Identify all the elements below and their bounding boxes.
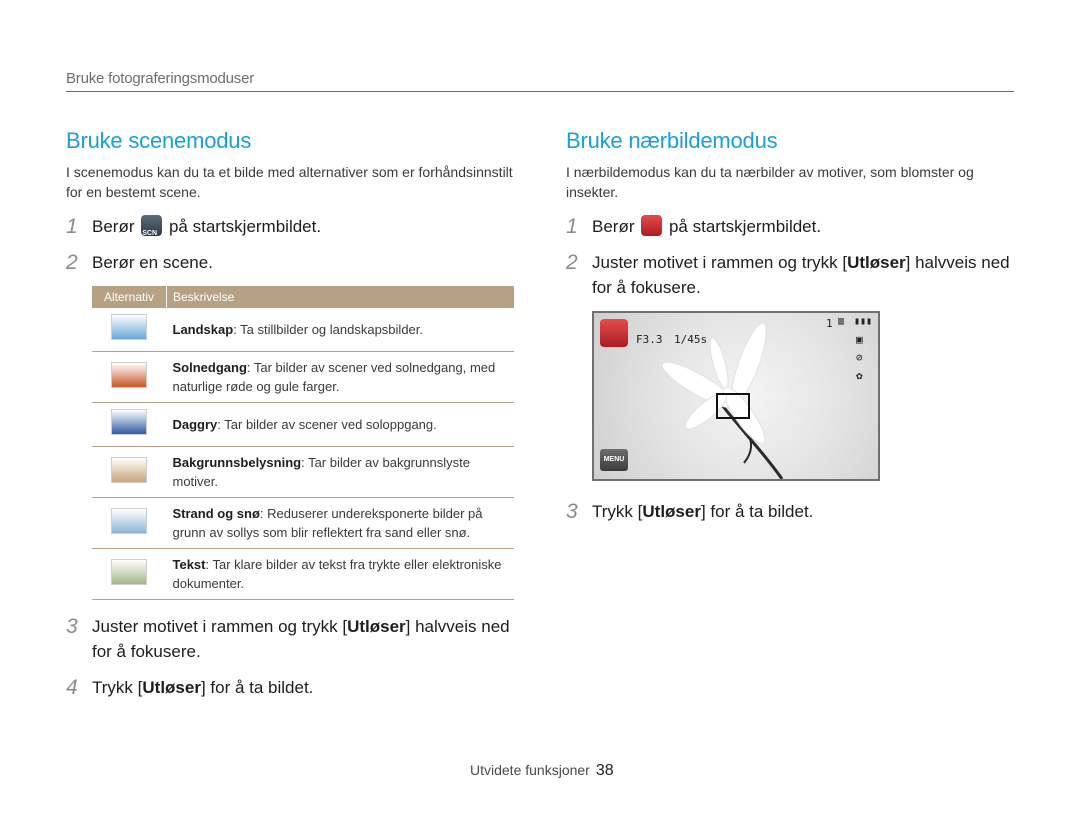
- header-rule: [66, 91, 1014, 92]
- step-text: Trykk [: [592, 502, 643, 521]
- step-1: 1 Berør på startskjermbildet.: [566, 214, 1014, 239]
- flash-off-icon: ⊘: [856, 351, 863, 364]
- shots-remaining: 1: [826, 317, 833, 330]
- macro-mode-icon: [600, 319, 628, 347]
- step-4: 4 Trykk [Utløser] for å ta bildet.: [66, 675, 514, 700]
- step-text: ] for å ta bildet.: [200, 678, 314, 697]
- step-2: 2 Juster motivet i rammen og trykk [Utlø…: [566, 250, 1014, 300]
- scene-thumbnail-cell: [92, 308, 167, 352]
- scene-description-cell: Strand og snø: Reduserer undereksponerte…: [166, 497, 514, 549]
- scene-mode-icon: [141, 215, 163, 246]
- step-number: 1: [566, 215, 578, 238]
- scene-name: Tekst: [172, 557, 206, 572]
- scene-mode-title: Bruke scenemodus: [66, 128, 252, 153]
- scene-thumbnail-cell: [92, 446, 167, 498]
- scene-description-cell: Landskap: Ta stillbilder og landskapsbil…: [166, 308, 514, 352]
- aperture-readout: F3.3: [636, 333, 663, 346]
- scene-thumbnail-cell: [92, 351, 167, 403]
- page-footer: Utvidete funksjoner 38: [470, 762, 614, 780]
- scene-name: Landskap: [172, 322, 234, 337]
- scene-description-cell: Solnedgang: Tar bilder av scener ved sol…: [166, 351, 514, 403]
- scene-thumbnail-cell: [92, 548, 167, 600]
- step-2: 2 Berør en scene.: [66, 250, 514, 275]
- step-number: 3: [66, 615, 78, 638]
- table-row: Daggry: Tar bilder av scener ved soloppg…: [92, 402, 514, 447]
- macro-mode-intro: I nærbildemodus kan du ta nærbilder av m…: [566, 164, 974, 200]
- shutter-key: Utløser: [642, 502, 701, 521]
- scene-description: : Ta stillbilder og landskapsbilder.: [233, 322, 424, 337]
- step-text: på startskjermbildet.: [668, 217, 822, 236]
- step-3: 3 Trykk [Utløser] for å ta bildet.: [566, 499, 1014, 524]
- scene-thumbnail: [111, 361, 148, 388]
- page-number: 38: [595, 762, 614, 779]
- menu-button[interactable]: MENU: [600, 449, 628, 471]
- step-text: Trykk [: [92, 678, 143, 697]
- scene-mode-column: Bruke scenemodus I scenemodus kan du ta …: [66, 128, 514, 711]
- focus-frame: [716, 393, 750, 419]
- macro-indicator-icon: ✿: [856, 369, 863, 382]
- step-text: Berør: [592, 217, 635, 236]
- step-number: 3: [566, 500, 578, 523]
- step-text: på startskjermbildet.: [168, 217, 322, 236]
- step-text: Juster motivet i rammen og trykk [: [592, 253, 848, 272]
- scene-thumbnail-cell: [92, 497, 167, 549]
- scene-name: Strand og snø: [172, 506, 260, 521]
- scene-thumbnail-cell: [92, 402, 167, 447]
- scene-thumbnail: [111, 558, 148, 585]
- memory-card-icon: ▥: [838, 316, 845, 327]
- battery-icon: ▮▮▮: [854, 316, 873, 327]
- macro-mode-title: Bruke nærbildemodus: [566, 128, 778, 153]
- step-text: Berør en scene.: [92, 253, 213, 272]
- shutter-key: Utløser: [142, 678, 201, 697]
- macro-mode-column: Bruke nærbildemodus I nærbildemodus kan …: [566, 128, 1014, 535]
- scene-thumbnail: [111, 314, 148, 340]
- step-number: 1: [66, 215, 78, 238]
- table-row: Landskap: Ta stillbilder og landskapsbil…: [92, 308, 514, 352]
- table-row: Tekst: Tar klare bilder av tekst fra try…: [92, 548, 514, 600]
- scene-description-cell: Daggry: Tar bilder av scener ved soloppg…: [166, 402, 514, 447]
- column-header-option: Alternativ: [92, 286, 167, 308]
- scene-name: Daggry: [172, 417, 218, 432]
- step-text: Juster motivet i rammen og trykk [: [92, 617, 348, 636]
- scene-mode-intro: I scenemodus kan du ta et bilde med alte…: [66, 164, 513, 200]
- image-size-icon: ▣: [856, 333, 863, 346]
- step-1: 1 Berør på startskjermbildet.: [66, 214, 514, 246]
- macro-mode-icon: [641, 215, 663, 236]
- shutter-key: Utløser: [347, 617, 406, 636]
- footer-label: Utvidete funksjoner: [470, 762, 590, 778]
- scene-name: Solnedgang: [172, 360, 247, 375]
- step-number: 4: [66, 676, 78, 699]
- step-number: 2: [566, 251, 578, 274]
- step-number: 2: [66, 251, 78, 274]
- section-label: Bruke fotograferingsmoduser: [66, 70, 255, 87]
- table-row: Solnedgang: Tar bilder av scener ved sol…: [92, 351, 514, 403]
- step-text: Berør: [92, 217, 135, 236]
- scene-description: : Tar klare bilder av tekst fra trykte e…: [172, 557, 502, 591]
- shutter-readout: 1/45s: [674, 333, 708, 346]
- step-text: ] for å ta bildet.: [700, 502, 814, 521]
- scene-thumbnail: [111, 507, 148, 534]
- scene-description-cell: Bakgrunnsbelysning: Tar bilder av bakgru…: [166, 446, 514, 498]
- step-3: 3 Juster motivet i rammen og trykk [Utlø…: [66, 614, 514, 664]
- scene-description-cell: Tekst: Tar klare bilder av tekst fra try…: [166, 548, 514, 600]
- scene-thumbnail: [111, 456, 148, 483]
- scene-thumbnail: [111, 409, 148, 435]
- scene-description: : Tar bilder av scener ved soloppgang.: [217, 417, 437, 432]
- table-header-row: Alternativ Beskrivelse: [92, 286, 514, 308]
- table-row: Strand og snø: Reduserer undereksponerte…: [92, 497, 514, 549]
- scene-name: Bakgrunnsbelysning: [172, 455, 302, 470]
- column-header-description: Beskrivelse: [166, 286, 514, 308]
- camera-preview: F3.3 1/45s 1 ▥ ▮▮▮ ▣ ⊘ ✿ MENU: [592, 311, 880, 481]
- table-row: Bakgrunnsbelysning: Tar bilder av bakgru…: [92, 446, 514, 498]
- scene-table: Alternativ Beskrivelse Landskap: Ta stil…: [92, 286, 514, 600]
- shutter-key: Utløser: [847, 253, 906, 272]
